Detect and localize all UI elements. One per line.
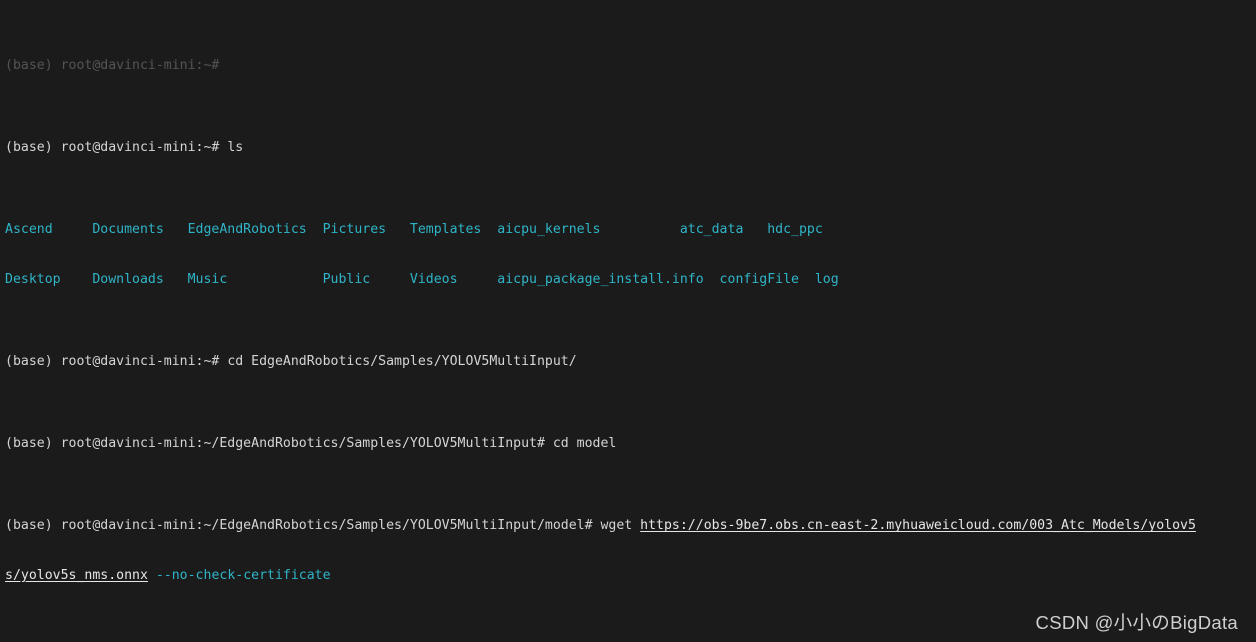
- terminal-line-wget-onnx-cont: s/yolov5s_nms.onnx --no-check-certificat…: [5, 568, 1256, 584]
- terminal-line-scrollback-partial: (base) root@davinci-mini:~#: [5, 58, 1256, 74]
- command-cd-model: cd model: [552, 436, 617, 452]
- csdn-watermark: CSDN @小小のBigData: [1035, 611, 1238, 633]
- terminal-line-prompt-ls: (base) root@davinci-mini:~# ls: [5, 140, 1256, 156]
- command-wget: wget: [600, 518, 641, 534]
- shell-prompt: (base) root@davinci-mini:~#: [5, 353, 228, 369]
- shell-prompt: (base) root@davinci-mini:~#: [5, 140, 228, 156]
- terminal-line-ls-row2: Desktop Downloads Music Public Videos ai…: [5, 272, 1256, 288]
- command-ls: ls: [227, 140, 244, 156]
- terminal-line-prompt-wget-onnx: (base) root@davinci-mini:~/EdgeAndRoboti…: [5, 518, 1256, 534]
- ls-output-row-2: Desktop Downloads Music Public Videos ai…: [5, 271, 839, 287]
- wget-url-onnx-part1: https://obs-9be7.obs.cn-east-2.myhuaweic…: [640, 518, 1196, 534]
- scrollback-partial-text: (base) root@davinci-mini:~#: [5, 57, 228, 73]
- terminal-line-prompt-cd-model: (base) root@davinci-mini:~/EdgeAndRoboti…: [5, 436, 1256, 452]
- terminal-line-prompt-cd-sample: (base) root@davinci-mini:~# cd EdgeAndRo…: [5, 354, 1256, 370]
- terminal-window[interactable]: (base) root@davinci-mini:~# (base) root@…: [0, 0, 1256, 642]
- ls-output-row-1: Ascend Documents EdgeAndRobotics Picture…: [5, 222, 823, 238]
- wget-flag-no-check-certificate: --no-check-certificate: [147, 567, 331, 583]
- shell-prompt: (base) root@davinci-mini:~/EdgeAndRoboti…: [5, 436, 553, 452]
- command-cd-sample: cd EdgeAndRobotics/Samples/YOLOV5MultiIn…: [227, 353, 577, 369]
- terminal-screen: (base) root@davinci-mini:~# (base) root@…: [5, 0, 1256, 642]
- shell-prompt: (base) root@davinci-mini:~/EdgeAndRoboti…: [5, 518, 601, 534]
- terminal-line-ls-row1: Ascend Documents EdgeAndRobotics Picture…: [5, 222, 1256, 238]
- wget-url-onnx-part2: s/yolov5s_nms.onnx: [5, 567, 148, 583]
